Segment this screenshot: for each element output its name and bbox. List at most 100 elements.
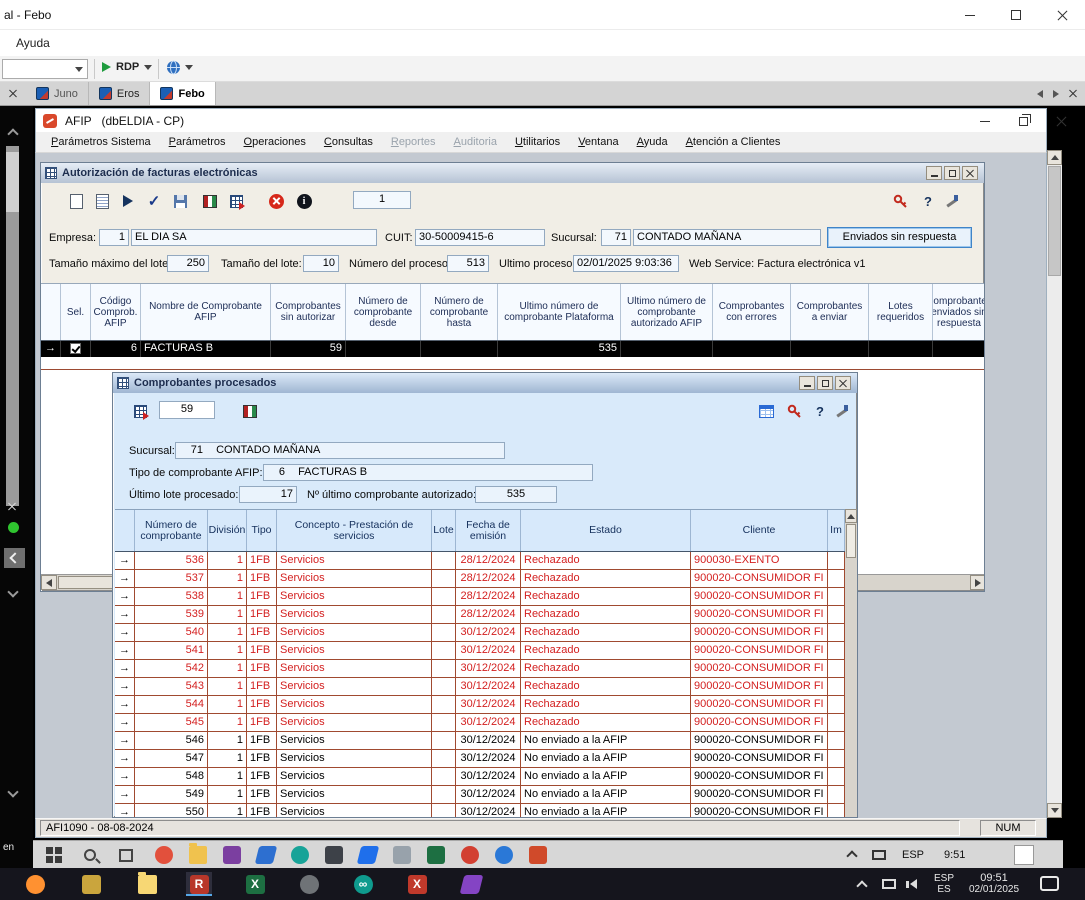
table-row[interactable]: →54911FBServicios30/12/2024No enviado a … [115,786,845,804]
remote-view-scrollbar[interactable] [1047,150,1062,818]
key-button[interactable] [781,399,807,423]
afip-close-button[interactable] [1042,110,1080,132]
panel-close-icon[interactable] [8,502,16,510]
language-switcher[interactable]: ESP ES [928,873,960,895]
close-button[interactable] [835,376,851,390]
menu-item[interactable]: Parámetros [160,133,235,152]
close-button[interactable] [962,166,978,180]
start-button[interactable] [44,845,64,865]
rdp-connect-button[interactable]: RDP [102,61,152,73]
collapse-up-icon[interactable] [7,128,18,139]
paint-app-icon[interactable] [458,872,484,896]
empresa-name-field[interactable]: EL DIA SA [131,229,377,246]
column-header[interactable]: Ultimo número de comprobante autorizado … [621,284,713,340]
table-row[interactable]: →53911FBServicios28/12/2024Rechazado9000… [115,606,845,624]
column-header[interactable]: Número de comprobante hasta [421,284,498,340]
tab-juno[interactable]: Juno [26,82,89,105]
host-maximize-button[interactable] [993,0,1039,30]
afip-restore-button[interactable] [1004,110,1042,132]
restore-button[interactable] [944,166,960,180]
connection-dropdown[interactable] [2,59,88,79]
column-header[interactable]: Fecha de emisión [456,510,521,551]
cancel-button[interactable] [263,189,289,213]
gimp-icon[interactable] [296,872,322,896]
ledger-button[interactable] [197,189,223,213]
file-explorer-icon[interactable] [188,845,208,865]
excel-icon[interactable] [426,845,446,865]
task-view-button[interactable] [116,845,136,865]
table-row[interactable]: →55011FBServicios30/12/2024No enviado a … [115,804,845,818]
column-header[interactable]: Tipo [247,510,277,551]
table-row[interactable]: →54311FBServicios30/12/2024Rechazado9000… [115,678,845,696]
save-button[interactable] [167,189,193,213]
menu-item[interactable]: Auditoria [445,133,506,152]
column-header[interactable]: Número de comprobante desde [346,284,421,340]
menu-item[interactable]: Atención a Clientes [677,133,790,152]
app-icon-skyblue[interactable] [494,845,514,865]
editor-tool-icon[interactable] [78,872,104,896]
menu-item[interactable]: Utilitarios [506,133,569,152]
excel-icon[interactable]: X [242,872,268,896]
app-icon-dark[interactable] [324,845,344,865]
search-button[interactable] [80,845,100,865]
table-row[interactable]: →54211FBServicios30/12/2024Rechazado9000… [115,660,845,678]
minimize-button[interactable] [799,376,815,390]
column-header[interactable]: Código Comprob. AFIP [91,284,141,340]
tray-expand-icon[interactable] [846,850,857,861]
proceso-field[interactable]: 513 [447,255,489,272]
column-header[interactable]: Lote [432,510,456,551]
sucursal-field[interactable]: 71 CONTADO MAÑANA [175,442,505,459]
app-icon-pen[interactable] [358,845,378,865]
column-header[interactable]: Comprobantes enviados sin respuesta [933,284,985,340]
ledger-button[interactable] [237,399,263,423]
sucursal-name-field[interactable]: CONTADO MAÑANA [633,229,821,246]
export-grid-button[interactable] [127,399,153,423]
app-icon-red[interactable] [460,845,480,865]
properties-button[interactable] [89,189,115,213]
table-row[interactable]: →54711FBServicios30/12/2024No enviado a … [115,750,845,768]
cuit-field[interactable]: 30-50009415-6 [415,229,545,246]
column-header[interactable]: Estado [521,510,691,551]
tools-button[interactable] [829,399,855,423]
column-header[interactable]: Cliente [691,510,828,551]
record-counter-field[interactable]: 59 [159,401,215,419]
lote-max-field[interactable]: 250 [167,255,209,272]
column-header[interactable]: Sel. [61,284,91,340]
scrollbar-thumb[interactable] [1048,166,1061,276]
infinity-app-icon[interactable]: ∞ [350,872,376,896]
column-header[interactable]: Nombre de Comprobante AFIP [141,284,271,340]
app-icon-orange[interactable] [528,845,548,865]
empresa-number-field[interactable]: 1 [99,229,129,246]
export-grid-button[interactable] [223,189,249,213]
chevron-down-icon[interactable] [7,586,18,597]
panel-scrollbar[interactable] [6,146,19,506]
scroll-tabs-right-button[interactable] [1053,90,1059,98]
browser-app-icon[interactable] [154,845,174,865]
firefox-icon[interactable] [22,872,48,896]
chevron-down-icon[interactable] [7,786,18,797]
restore-button[interactable] [817,376,833,390]
table-row[interactable]: →54111FBServicios30/12/2024Rechazado9000… [115,642,845,660]
menu-item[interactable]: Reportes [382,133,445,152]
clock[interactable]: 09:51 02/01/2025 [962,872,1026,895]
vertical-scrollbar[interactable] [845,509,857,818]
volume-icon[interactable] [906,879,917,889]
menu-item[interactable]: Ayuda [628,133,677,152]
language-indicator[interactable]: ESP [902,849,924,861]
new-document-button[interactable] [63,189,89,213]
column-header[interactable]: Lotes requeridos [869,284,933,340]
menu-item[interactable]: Consultas [315,133,382,152]
key-button[interactable] [887,189,913,213]
menu-item[interactable]: Ventana [569,133,627,152]
tipo-comprobante-field[interactable]: 6 FACTURAS B [263,464,593,481]
globe-button[interactable] [166,60,193,75]
app-icon-blue[interactable] [256,845,276,865]
host-close-button[interactable] [1039,0,1085,30]
process-counter-field[interactable]: 1 [353,191,411,209]
ultimo-autorizado-field[interactable]: 535 [475,486,557,503]
sucursal-number-field[interactable]: 71 [601,229,631,246]
table-row[interactable]: →54511FBServicios30/12/2024Rechazado9000… [115,714,845,732]
table-row[interactable]: →54611FBServicios30/12/2024No enviado a … [115,732,845,750]
tab-febo[interactable]: Febo [150,82,215,105]
rdp-manager-icon[interactable]: R [186,872,212,896]
